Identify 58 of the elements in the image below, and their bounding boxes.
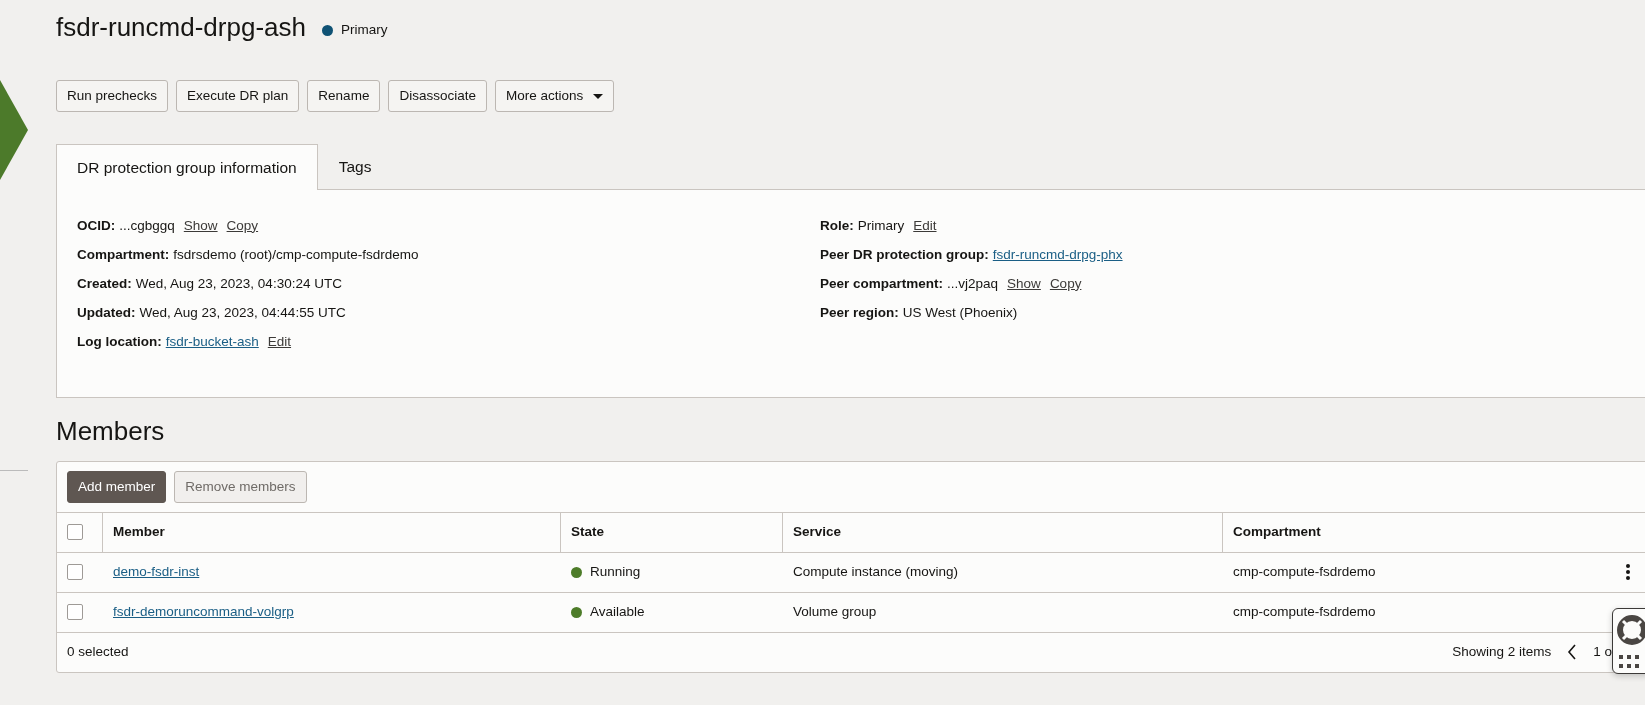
action-link[interactable]: Edit — [267, 331, 292, 352]
action-link[interactable]: Show — [183, 215, 218, 236]
kebab-menu-icon[interactable] — [1626, 564, 1630, 581]
status-label: Primary — [341, 21, 388, 39]
field-value: US West (Phoenix) — [902, 303, 1018, 322]
field-value: Wed, Aug 23, 2023, 04:44:55 UTC — [139, 303, 346, 322]
field-value: Wed, Aug 23, 2023, 04:30:24 UTC — [135, 274, 342, 293]
action-button[interactable]: Run prechecks — [56, 80, 169, 113]
action-link[interactable]: Show — [1007, 273, 1041, 294]
add-button[interactable]: Add member — [67, 470, 167, 503]
action-button[interactable]: Disassociate — [388, 80, 487, 113]
table-cell-text: Compute instance (moving) — [793, 563, 959, 582]
action-link[interactable]: Edit — [913, 215, 937, 236]
field-link[interactable]: fsdr-bucket-ash — [165, 331, 259, 352]
column-header: Service — [793, 523, 842, 542]
checkbox[interactable] — [67, 604, 83, 621]
field-label: Peer compartment: — [820, 274, 944, 293]
field-label: Peer DR protection group: — [820, 245, 989, 264]
checkbox[interactable] — [67, 524, 83, 541]
field-value: ...cgbggq — [119, 216, 175, 235]
selection-count: 0 selected — [67, 643, 129, 662]
field-label: Compartment: — [77, 245, 170, 264]
column-header: State — [571, 523, 604, 542]
previous-page-icon[interactable] — [1567, 644, 1578, 661]
field-value: ...vj2paq — [947, 274, 999, 293]
more-actions-dropdown[interactable]: More actions — [494, 80, 615, 113]
column-header: Compartment — [1233, 523, 1321, 542]
checkbox[interactable] — [67, 564, 83, 581]
action-button[interactable]: Execute DR plan — [176, 80, 300, 113]
action-link[interactable]: Copy — [226, 215, 259, 236]
field-value: Primary — [857, 216, 905, 235]
field-label: Updated: — [77, 303, 136, 322]
section-heading: Members — [56, 415, 166, 447]
field-label: Created: — [77, 274, 132, 293]
action-link[interactable]: Copy — [1049, 273, 1082, 294]
table-cell-text: Available — [590, 603, 645, 622]
help-widget[interactable] — [1612, 608, 1645, 674]
field-label: Log location: — [77, 332, 162, 351]
table-cell-text: cmp-compute-fsdrdemo — [1233, 563, 1376, 582]
tab[interactable]: Tags — [317, 144, 393, 189]
item-count: Showing 2 items — [1452, 643, 1552, 662]
field-link[interactable]: fsdr-runcmd-drpg-phx — [992, 244, 1123, 265]
page-title: fsdr-runcmd-drpg-ash — [56, 12, 306, 44]
table-cell-text: cmp-compute-fsdrdemo — [1233, 603, 1376, 622]
field-value: fsdrsdemo (root)/cmp-compute-fsdrdemo — [173, 245, 419, 264]
field-label: Role: — [820, 216, 854, 235]
table-cell-text: Running — [590, 563, 641, 582]
lifebuoy-icon — [1617, 615, 1645, 645]
field-label: OCID: — [77, 216, 116, 235]
field-label: Peer region: — [820, 303, 899, 322]
member-link[interactable]: demo-fsdr-inst — [113, 562, 200, 583]
table-cell-text: Volume group — [793, 603, 877, 622]
column-header: Member — [113, 523, 165, 542]
action-button[interactable]: Rename — [307, 80, 381, 113]
tab[interactable]: DR protection group information — [56, 144, 318, 190]
page-indicator: 1 o — [1593, 643, 1612, 662]
member-link[interactable]: fsdr-demoruncommand-volgrp — [113, 602, 294, 623]
chevron-icon — [0, 80, 28, 180]
